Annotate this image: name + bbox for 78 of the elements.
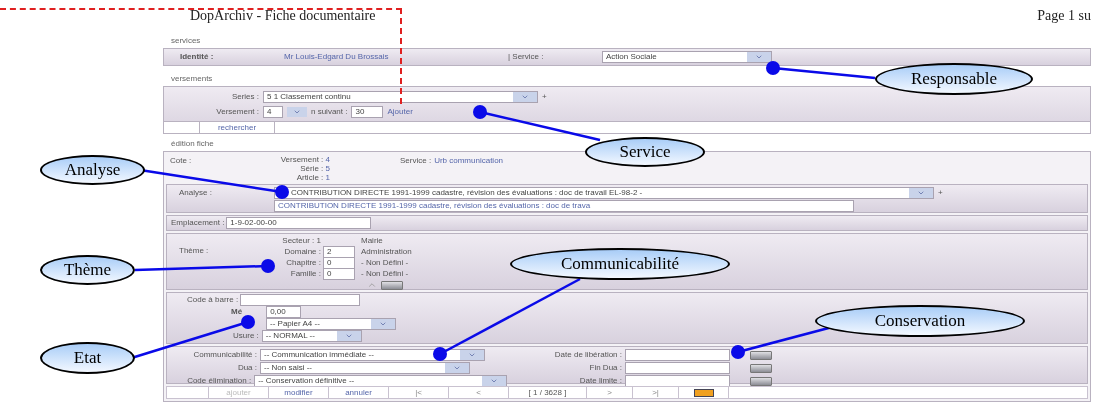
callout-bubble: Etat (40, 342, 135, 374)
text-field[interactable]: 2 (323, 246, 355, 258)
text-field[interactable] (240, 294, 361, 306)
cote-line: Série : 5 (300, 164, 330, 173)
field-label: - Non Défini - (361, 268, 409, 280)
text-field[interactable]: CONTRIBUTION DIRECTE 1991-1999 cadastre, révision des évaluations : doc de trava (274, 200, 854, 212)
text-field[interactable]: 0 (323, 257, 355, 269)
field-label: Fin Dua : (588, 362, 622, 374)
search-tab[interactable]: rechercher (200, 122, 275, 133)
text-field[interactable] (625, 375, 730, 387)
identity-link[interactable]: Mr Louis-Edgard Du Brossais (284, 51, 504, 63)
toolbar-button[interactable]: annuler (329, 387, 389, 398)
dropdown[interactable]: -- Papier A4 -- (266, 318, 396, 330)
field-label: Cote : (170, 155, 193, 167)
dropdown[interactable]: CONTRIBUTION DIRECTE 1991-1999 cadastre, révision des évaluations : doc de travail EL-98-2 - (274, 187, 934, 199)
cote-line: Article : 1 (296, 173, 330, 182)
field-label: Chapitre : (286, 257, 321, 269)
field-label: - Non Défini - (361, 257, 409, 269)
field-label: Versement : (215, 106, 259, 118)
calendar-button[interactable] (750, 363, 772, 373)
text-field[interactable]: 0,00 (266, 306, 302, 318)
text-field[interactable]: 0 (323, 268, 355, 280)
toolbar-button[interactable]: modifier (269, 387, 329, 398)
text-field[interactable]: 4 (263, 106, 283, 118)
service-link[interactable]: Urb communication (434, 155, 504, 182)
dropdown[interactable]: -- Conservation définitive -- (254, 375, 507, 387)
text-field[interactable] (625, 362, 730, 374)
field-label: Emplacement : (171, 217, 225, 229)
field-label: Date limite : (578, 375, 622, 387)
section-heading: versements (171, 73, 213, 85)
field-label: Dua : (236, 362, 257, 374)
field-label: Usure : (233, 330, 259, 342)
callout-bubble: Service (585, 137, 705, 167)
callout-bubble: Thème (40, 255, 135, 285)
section-heading: édition fiche (171, 138, 214, 150)
add-sign[interactable]: + (938, 187, 943, 199)
nav-button[interactable]: >| (633, 387, 679, 398)
calendar-button[interactable] (750, 350, 772, 360)
cote-line: Versement : 4 (280, 155, 330, 164)
field-label: | Service : (508, 51, 545, 63)
collapse-icon[interactable] (367, 280, 377, 290)
field-label: Service : (400, 155, 432, 167)
nav-button[interactable]: > (587, 387, 633, 398)
field-label: Code à barre : (187, 294, 239, 306)
add-sign[interactable]: + (542, 91, 547, 103)
section-heading: services (171, 35, 201, 47)
dropdown[interactable]: 5 1 Classement continu (263, 91, 538, 103)
text-field[interactable]: 30 (351, 106, 384, 118)
field-label: Famille : (290, 268, 321, 280)
field-label: Thème : (179, 246, 209, 255)
field-label: Mé (231, 306, 243, 318)
text-field[interactable] (625, 349, 730, 361)
nav-button[interactable]: |< (389, 387, 449, 398)
calendar-button[interactable] (750, 376, 772, 386)
field-label: Administration (361, 246, 412, 258)
calendar-button[interactable] (381, 280, 403, 290)
field-label: Analyse : (179, 187, 213, 199)
rectangle-icon[interactable] (693, 388, 714, 397)
document-title: DopArchiv - Fiche documentaire (190, 7, 376, 25)
dropdown[interactable]: -- NORMAL -- (261, 330, 362, 342)
field-label: Domaine : (284, 246, 321, 258)
dropdown[interactable]: -- Communication immédiate -- (260, 349, 485, 361)
add-link[interactable]: Ajouter (387, 106, 413, 118)
field-label: n suivant : (311, 106, 348, 118)
field-label: Secteur : 1 (282, 235, 321, 247)
nav-button[interactable]: < (449, 387, 509, 398)
page-number: Page 1 su (1037, 7, 1091, 25)
dropdown[interactable]: -- Non saisi -- (260, 362, 470, 374)
dropdown[interactable]: Action Sociale (602, 51, 772, 63)
field-label: Communicabilité : (192, 349, 257, 361)
callout-bubble: Analyse (40, 155, 145, 185)
field-label: Code élimination : (186, 375, 252, 387)
text-field[interactable]: 1-9-02-00-00 (226, 217, 372, 229)
record-counter: [ 1 / 3628 ] (509, 387, 587, 398)
field-label: Mairie (361, 235, 383, 247)
field-label: Date de libération : (553, 349, 622, 361)
field-label: Series : (230, 91, 259, 103)
field-label: Identité : (180, 51, 215, 63)
